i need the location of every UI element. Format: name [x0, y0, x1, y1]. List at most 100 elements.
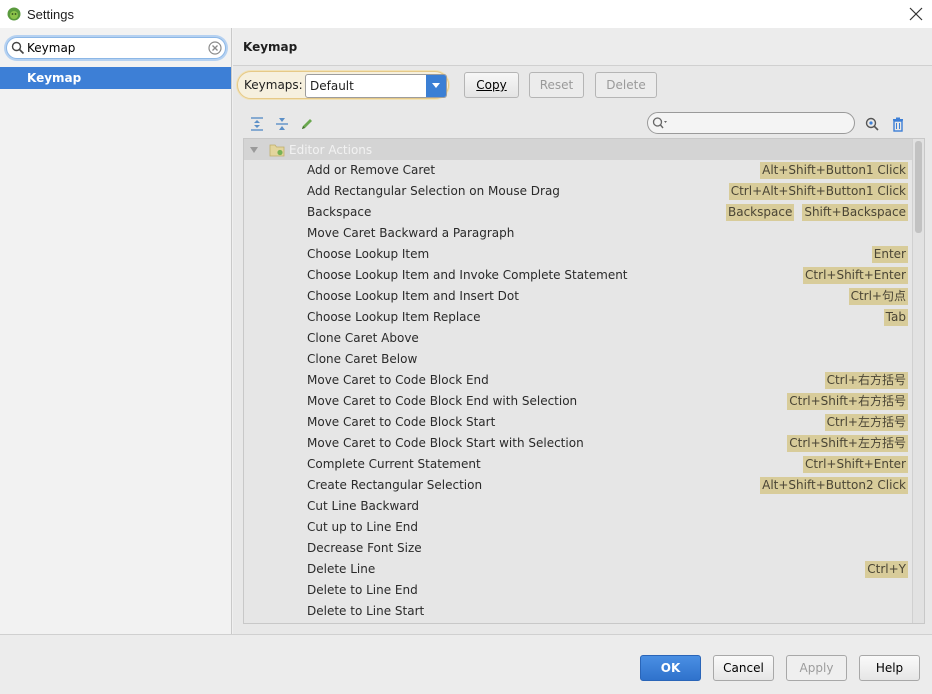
- reset-button[interactable]: Reset: [529, 72, 584, 98]
- keymaps-selector-group: Keymaps: Default: [237, 71, 449, 99]
- chevron-down-icon[interactable]: [249, 145, 259, 155]
- action-name: Cut up to Line End: [307, 520, 419, 534]
- action-name: Clone Caret Above: [307, 331, 419, 345]
- keymap-filter-box[interactable]: [647, 112, 855, 134]
- scrollbar-thumb[interactable]: [915, 141, 922, 233]
- action-name: Delete Line: [307, 562, 376, 576]
- window-title: Settings: [27, 6, 74, 22]
- shortcut-list: Tab: [883, 309, 908, 326]
- list-item[interactable]: Add or Remove Caret Alt+Shift+Button1 Cli…: [244, 160, 912, 181]
- edit-pencil-icon[interactable]: [299, 116, 315, 132]
- list-item[interactable]: Move Caret to Code Block End with Select…: [244, 391, 912, 412]
- action-name: Delete to Line Start: [307, 604, 425, 618]
- action-list: Add or Remove Caret Alt+Shift+Button1 Cli…: [244, 160, 912, 622]
- tree-toolbar: [233, 112, 932, 136]
- shortcut-list: Ctrl+Shift+Enter: [803, 267, 908, 284]
- list-item[interactable]: Delete to Line End: [244, 580, 912, 601]
- copy-button[interactable]: Copy: [464, 72, 519, 98]
- help-button[interactable]: Help: [859, 655, 920, 681]
- shortcut-badge: Ctrl+右方括号: [824, 372, 908, 389]
- clear-search-icon[interactable]: [208, 41, 222, 55]
- list-item[interactable]: Create Rectangular Selection Alt+Shift+Bu…: [244, 475, 912, 496]
- shortcut-badge: Backspace: [725, 204, 795, 221]
- settings-search-input[interactable]: [25, 41, 208, 55]
- action-name: Move Caret to Code Block Start with Sele…: [307, 436, 584, 450]
- action-name: Decrease Font Size: [307, 541, 422, 555]
- settings-sidebar: Keymap: [0, 28, 232, 634]
- action-name: Delete to Line End: [307, 583, 418, 597]
- keymaps-label: Keymaps:: [244, 78, 303, 92]
- list-item[interactable]: Choose Lookup Item and Invoke Complete S…: [244, 265, 912, 286]
- shortcut-badge: Ctrl+Y: [865, 561, 908, 578]
- list-item[interactable]: Move Caret Backward a Paragraph: [244, 223, 912, 244]
- shortcut-list: Backspace Shift+Backspace: [725, 204, 908, 221]
- apply-button[interactable]: Apply: [786, 655, 847, 681]
- list-item[interactable]: Move Caret to Code Block End Ctrl+右方括号: [244, 370, 912, 391]
- list-item[interactable]: Clone Caret Above: [244, 328, 912, 349]
- shortcut-list: Ctrl+右方括号: [824, 372, 908, 389]
- search-icon: [11, 41, 25, 55]
- keymap-filter-input[interactable]: [674, 115, 844, 131]
- ok-button[interactable]: OK: [640, 655, 701, 681]
- collapse-all-icon[interactable]: [274, 116, 290, 132]
- shortcut-badge: Ctrl+Alt+Shift+Button1 Click: [728, 183, 908, 200]
- shortcut-list: Enter: [871, 246, 908, 263]
- list-item[interactable]: Delete Line Ctrl+Y: [244, 559, 912, 580]
- list-item[interactable]: Choose Lookup Item Enter: [244, 244, 912, 265]
- shortcut-badge: Ctrl+左方括号: [824, 414, 908, 431]
- list-item[interactable]: Add Rectangular Selection on Mouse Drag C…: [244, 181, 912, 202]
- action-name: Complete Current Statement: [307, 457, 481, 471]
- action-name: Choose Lookup Item and Insert Dot: [307, 289, 519, 303]
- shortcut-badge: Ctrl+Shift+左方括号: [787, 435, 908, 452]
- list-item[interactable]: Delete to Line Start: [244, 601, 912, 622]
- shortcut-list: Ctrl+Y: [865, 561, 908, 578]
- shortcut-list: Ctrl+左方括号: [824, 414, 908, 431]
- list-item[interactable]: Cut up to Line End: [244, 517, 912, 538]
- list-item[interactable]: Complete Current Statement Ctrl+Shift+Ent…: [244, 454, 912, 475]
- action-name: Choose Lookup Item: [307, 247, 430, 261]
- close-icon[interactable]: [906, 4, 926, 24]
- settings-search-box[interactable]: [6, 37, 226, 59]
- android-icon: [7, 7, 21, 21]
- folder-icon: [269, 144, 285, 156]
- action-name: Move Caret Backward a Paragraph: [307, 226, 515, 240]
- sidebar-item-keymap[interactable]: Keymap: [0, 67, 231, 89]
- list-item[interactable]: Backspace Backspace Shift+Backspace: [244, 202, 912, 223]
- action-name: Add Rectangular Selection on Mouse Drag: [307, 184, 560, 198]
- shortcut-badge: Alt+Shift+Button1 Click: [760, 162, 908, 179]
- shortcut-list: Alt+Shift+Button2 Click: [760, 477, 908, 494]
- action-name: Add or Remove Caret: [307, 163, 436, 177]
- keymaps-dropdown[interactable]: Default: [305, 74, 447, 98]
- dropdown-arrow[interactable]: [426, 75, 446, 97]
- find-shortcut-icon[interactable]: [864, 116, 880, 132]
- vertical-scrollbar[interactable]: [912, 139, 924, 623]
- expand-all-icon[interactable]: [249, 116, 265, 132]
- tree-root-label: Editor Actions: [289, 142, 373, 157]
- shortcut-badge: Ctrl+句点: [848, 288, 908, 305]
- chevron-down-icon: [432, 83, 440, 88]
- shortcut-list: Ctrl+Shift+Enter: [803, 456, 908, 473]
- action-name: Move Caret to Code Block Start: [307, 415, 496, 429]
- list-item[interactable]: Choose Lookup Item and Insert Dot Ctrl+句点: [244, 286, 912, 307]
- dialog-footer: OK Cancel Apply Help: [0, 634, 932, 694]
- shortcut-list: Ctrl+Shift+右方括号: [787, 393, 908, 410]
- list-item[interactable]: Decrease Font Size: [244, 538, 912, 559]
- tree-node-editor-actions[interactable]: Editor Actions: [244, 139, 912, 160]
- shortcut-list: Ctrl+Alt+Shift+Button1 Click: [728, 183, 908, 200]
- shortcut-badge: Tab: [883, 309, 908, 326]
- action-name: Move Caret to Code Block End: [307, 373, 489, 387]
- shortcut-list: Ctrl+Shift+左方括号: [787, 435, 908, 452]
- delete-button[interactable]: Delete: [595, 72, 657, 98]
- keymap-tree: Editor Actions Add or Remove Caret Alt+Sh…: [243, 138, 925, 624]
- list-item[interactable]: Cut Line Backward: [244, 496, 912, 517]
- search-icon: [652, 117, 667, 129]
- list-item[interactable]: Move Caret to Code Block Start Ctrl+左方括号: [244, 412, 912, 433]
- action-name: Cut Line Backward: [307, 499, 419, 513]
- list-item[interactable]: Choose Lookup Item Replace Tab: [244, 307, 912, 328]
- keymaps-dropdown-value: Default: [310, 79, 354, 93]
- cancel-button[interactable]: Cancel: [713, 655, 774, 681]
- trash-icon[interactable]: [890, 116, 906, 132]
- shortcut-badge: Ctrl+Shift+右方括号: [787, 393, 908, 410]
- list-item[interactable]: Move Caret to Code Block Start with Sele…: [244, 433, 912, 454]
- list-item[interactable]: Clone Caret Below: [244, 349, 912, 370]
